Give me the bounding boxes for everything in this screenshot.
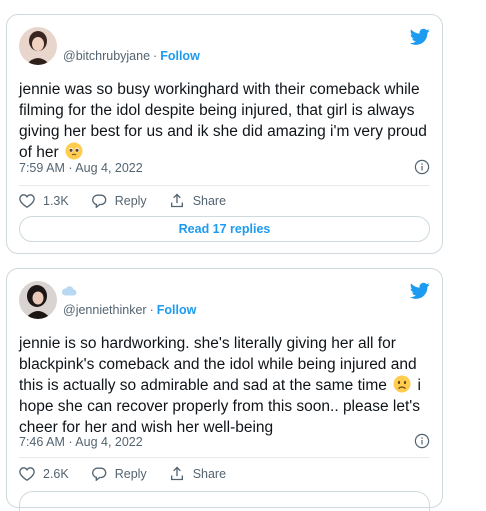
avatar[interactable] [19, 281, 57, 319]
author-handle[interactable]: @bitchrubyjane [63, 49, 150, 63]
author-handle[interactable]: @jenniethinker [63, 303, 147, 317]
share-icon [170, 193, 183, 208]
share-button[interactable]: Share [169, 466, 226, 481]
tweet-text: jennie was so busy workinghard with thei… [19, 79, 432, 163]
separator: · [153, 49, 158, 63]
pleading-face-emoji [65, 142, 83, 160]
read-replies-button[interactable] [19, 491, 430, 511]
like-count: 2.6K [43, 466, 69, 481]
follow-button[interactable]: Follow [157, 303, 197, 317]
reply-icon [91, 194, 106, 208]
separator: · [149, 303, 154, 317]
divider [19, 457, 430, 458]
info-icon[interactable] [414, 433, 430, 449]
tweet-text: jennie is so hardworking. she's literall… [19, 333, 432, 438]
action-bar: 1.3K Reply Share [19, 193, 430, 208]
reply-button[interactable]: Reply [91, 193, 147, 208]
reply-button[interactable]: Reply [91, 466, 147, 481]
heart-icon [19, 194, 35, 208]
author-row: @jenniethinker · Follow [63, 303, 196, 317]
timestamp[interactable]: 7:46 AM · Aug 4, 2022 [19, 435, 143, 449]
reply-icon [91, 467, 106, 481]
twitter-bird-icon[interactable] [410, 282, 430, 300]
info-icon[interactable] [414, 159, 430, 175]
like-count: 1.3K [43, 193, 69, 208]
timestamp-row: 7:59 AM · Aug 4, 2022 [19, 159, 430, 175]
tweet-card: @jenniethinker · Follow jennie is so hardw… [6, 268, 443, 511]
cloud-icon [61, 286, 77, 296]
share-button[interactable]: Share [169, 193, 226, 208]
divider [19, 185, 430, 186]
like-button[interactable]: 1.3K [19, 193, 69, 208]
tweet-text-part: jennie is so hardworking. she's literall… [19, 335, 417, 394]
avatar[interactable] [19, 27, 57, 65]
share-label: Share [192, 193, 227, 208]
action-bar: 2.6K Reply Share [19, 466, 430, 481]
tweet-card: @bitchrubyjane · Follow jennie was so busy… [6, 14, 443, 254]
author-row: @bitchrubyjane · Follow [63, 49, 200, 63]
share-icon [170, 466, 183, 481]
timestamp-row: 7:46 AM · Aug 4, 2022 [19, 433, 430, 449]
reply-label: Reply [114, 193, 147, 208]
read-replies-button[interactable]: Read 17 replies [19, 216, 430, 242]
timestamp[interactable]: 7:59 AM · Aug 4, 2022 [19, 161, 143, 175]
heart-icon [19, 467, 35, 481]
follow-button[interactable]: Follow [160, 49, 200, 63]
like-button[interactable]: 2.6K [19, 466, 69, 481]
reply-label: Reply [114, 466, 147, 481]
share-label: Share [192, 466, 227, 481]
frowning-face-emoji [393, 375, 411, 393]
twitter-bird-icon[interactable] [410, 28, 430, 46]
